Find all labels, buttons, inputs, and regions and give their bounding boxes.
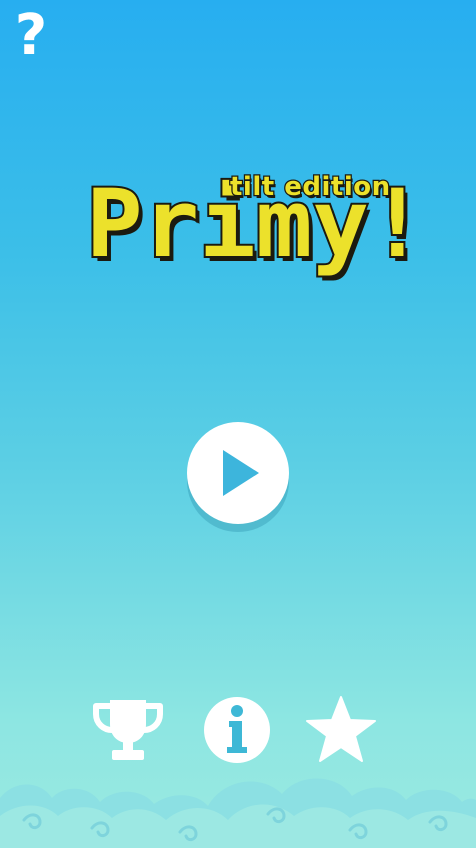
bottom-menu (0, 694, 476, 774)
question-mark-icon: ? (15, 8, 47, 62)
star-icon (306, 696, 376, 762)
game-logo: Primy! tilt edition (84, 168, 428, 290)
help-button[interactable]: ? (8, 8, 54, 62)
help-label: ? (15, 8, 47, 62)
info-button[interactable] (201, 694, 273, 766)
rate-button[interactable] (305, 694, 377, 766)
logo-subtitle: tilt edition (229, 171, 392, 204)
play-icon (221, 448, 261, 498)
play-button[interactable] (187, 422, 289, 524)
trophy-icon (93, 700, 163, 760)
leaderboard-button[interactable] (92, 694, 164, 766)
info-icon (204, 697, 270, 763)
